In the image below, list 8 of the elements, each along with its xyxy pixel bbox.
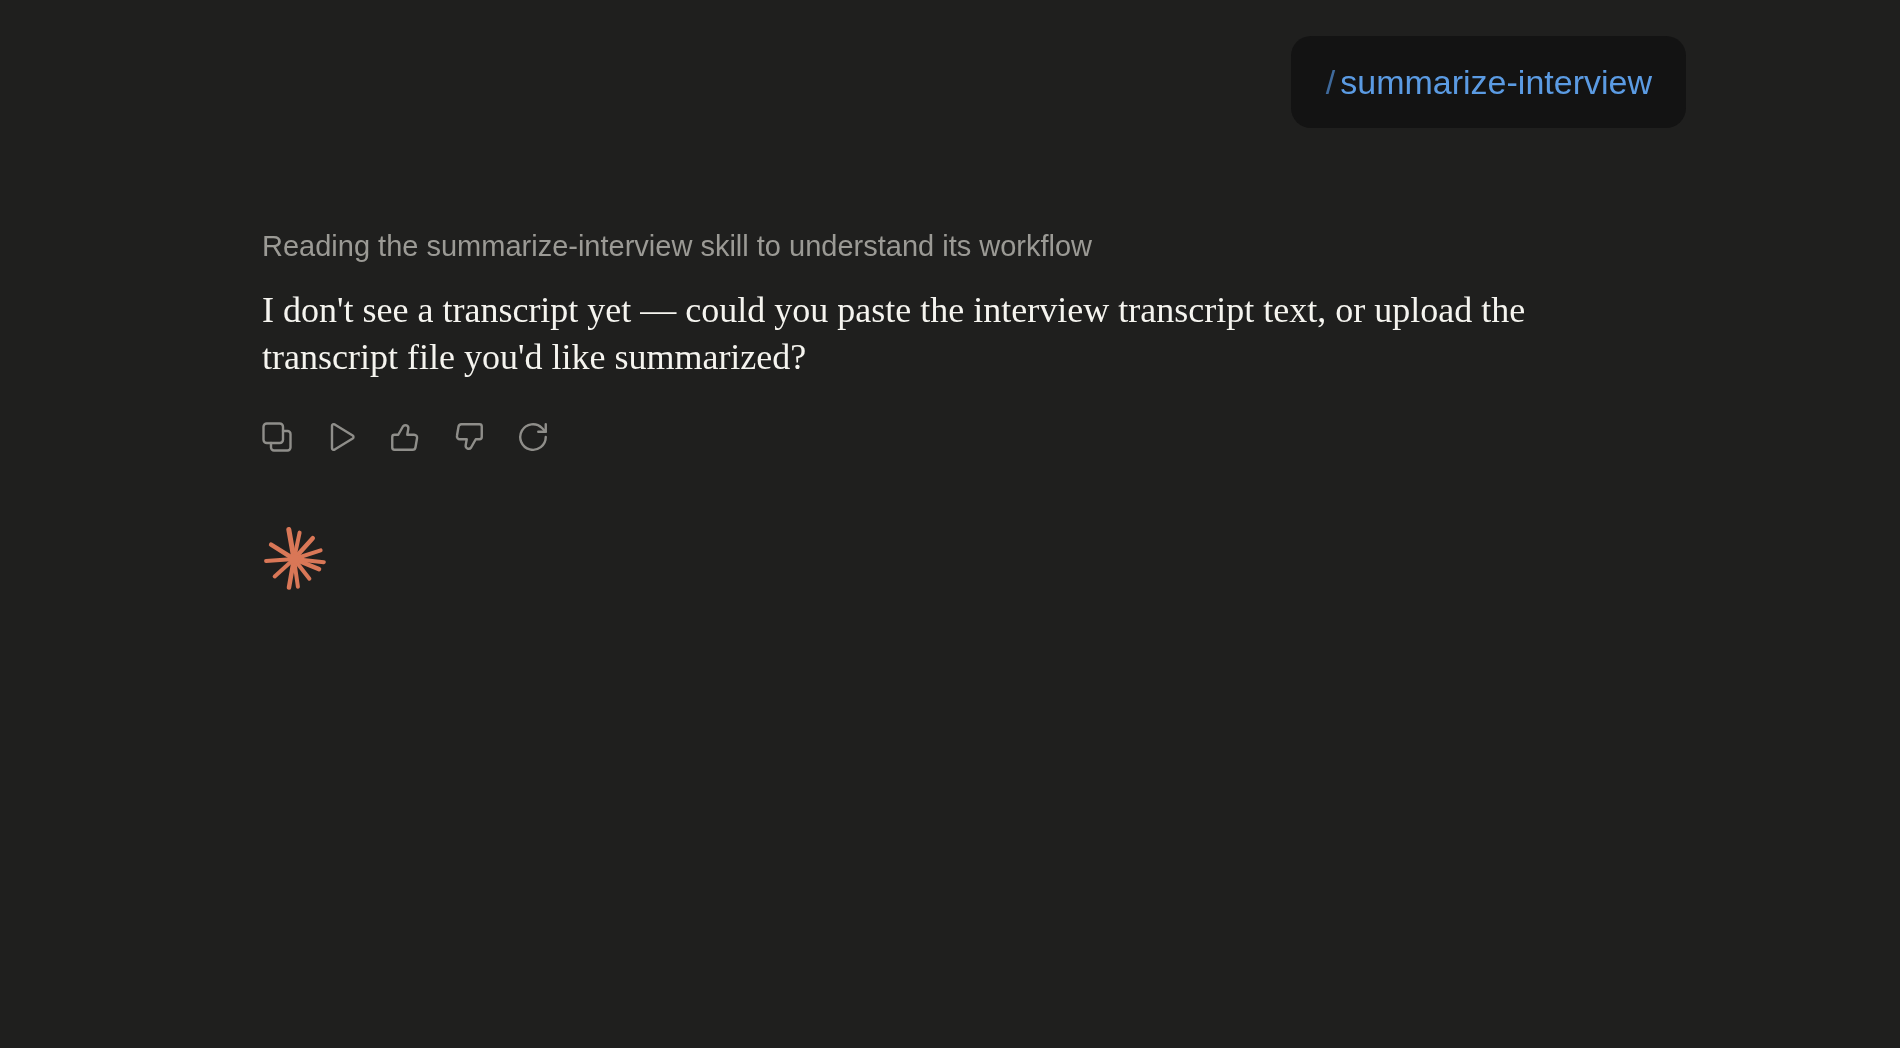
assistant-message: I don't see a transcript yet — could you paste the interview transcript text, or upload the transcript file you'd like summarized? (262, 289, 1527, 379)
retry-icon[interactable] (518, 422, 548, 452)
status-text: Reading the summarize-interview skill to understand its workflow (262, 229, 1093, 264)
thumbs-down-icon[interactable] (454, 422, 484, 452)
command-text: summarize-interview (1340, 65, 1652, 99)
copy-icon[interactable] (262, 422, 292, 452)
thumbs-up-icon[interactable] (390, 422, 420, 452)
slash-prefix: / (1325, 65, 1336, 99)
